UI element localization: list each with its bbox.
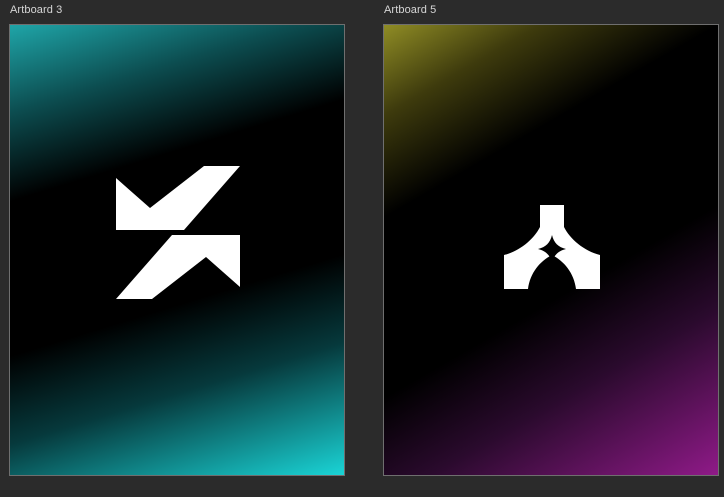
arch-star-logo-icon[interactable] <box>504 205 600 289</box>
artboard-5-label[interactable]: Artboard 5 <box>384 4 436 16</box>
design-canvas[interactable]: Artboard 3 Artboard 5 <box>0 0 724 497</box>
artboard-3-label[interactable]: Artboard 3 <box>10 4 62 16</box>
artboard-5[interactable] <box>383 24 719 476</box>
zigzag-arrows-logo-icon[interactable] <box>116 166 240 301</box>
artboard-3[interactable] <box>9 24 345 476</box>
